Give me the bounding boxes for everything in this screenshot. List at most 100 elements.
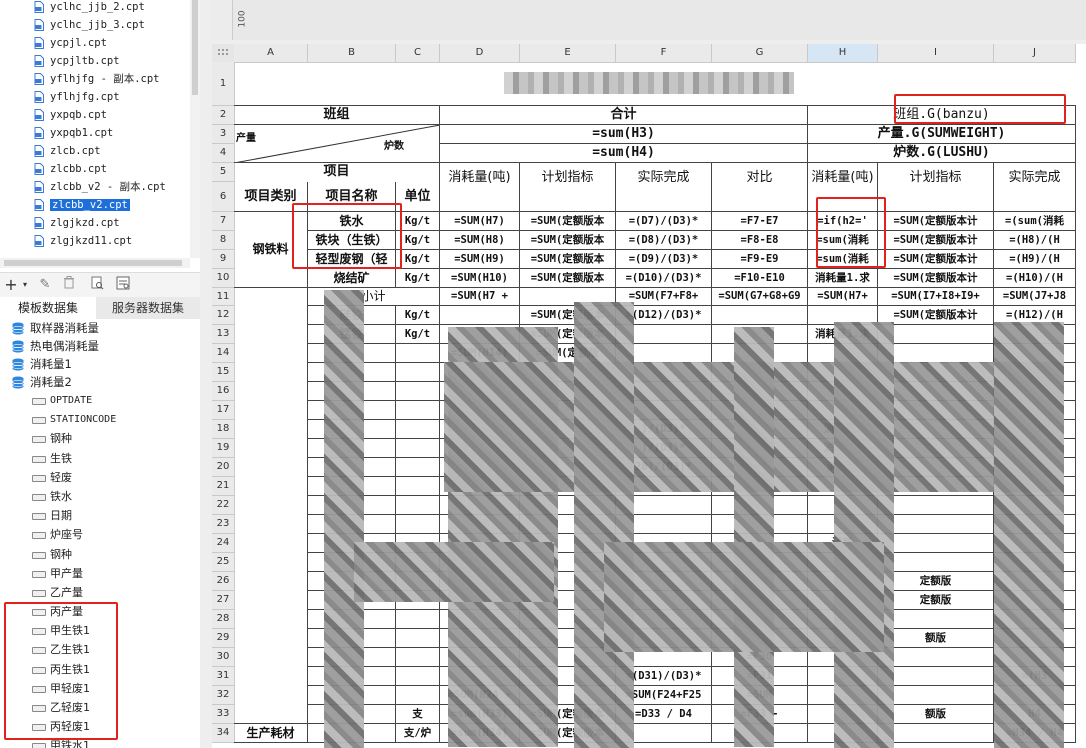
cell-j10[interactable]: =(H10)/(H	[994, 269, 1076, 288]
cell-i27[interactable]: 定额版	[878, 591, 994, 610]
cell-g5[interactable]: 对比	[712, 163, 808, 212]
cell[interactable]	[396, 667, 440, 686]
field-item[interactable]: 生铁	[0, 449, 200, 468]
dataset-parameters-icon[interactable]	[114, 276, 132, 294]
cell-b2[interactable]: 班组	[234, 106, 440, 125]
dataset-item[interactable]: 消耗量1	[0, 355, 200, 373]
file-item[interactable]: yflhjfg - 副本.cpt	[0, 70, 190, 88]
cell[interactable]	[878, 496, 994, 515]
cell-f7[interactable]: =(D7)/(D3)*	[616, 212, 712, 231]
field-item[interactable]: OPTDATE	[0, 391, 200, 410]
cell-h10[interactable]: 消耗量1.求	[808, 269, 878, 288]
cell[interactable]	[396, 610, 440, 629]
cell-f5[interactable]: 实际完成	[616, 163, 712, 212]
file-item[interactable]: zlcbb.cpt	[0, 160, 190, 178]
cell-i26[interactable]: 定额版	[878, 572, 994, 591]
column-header[interactable]: G	[712, 44, 808, 63]
cell-i12[interactable]: =SUM(定额版本计	[878, 306, 994, 325]
chevron-down-icon[interactable]: ▾	[16, 276, 34, 294]
row-header[interactable]: 17	[212, 401, 235, 420]
cell-g8[interactable]: =F8-E8	[712, 231, 808, 250]
file-item[interactable]: zlgjkzd.cpt	[0, 214, 190, 232]
cell[interactable]	[396, 496, 440, 515]
row-header[interactable]: 24	[212, 534, 235, 553]
cell[interactable]	[878, 325, 994, 344]
column-header[interactable]: A	[234, 44, 308, 63]
field-item[interactable]: 甲铁水1	[0, 736, 200, 748]
field-item[interactable]: 钢种	[0, 545, 200, 564]
cell[interactable]	[396, 515, 440, 534]
row-header[interactable]: 18	[212, 420, 235, 439]
cell-c12[interactable]: Kg/t	[396, 306, 440, 325]
column-header[interactable]: B	[308, 44, 396, 63]
file-item[interactable]: yxpqb.cpt	[0, 106, 190, 124]
row-header[interactable]: 4	[212, 144, 235, 163]
cell[interactable]: 产量 炉数	[234, 125, 440, 163]
cell-e9[interactable]: =SUM(定额版本	[520, 250, 616, 269]
cell-e4[interactable]: =sum(H4)	[440, 144, 808, 163]
field-item[interactable]: STATIONCODE	[0, 410, 200, 429]
field-item[interactable]: 丙产量	[0, 602, 200, 621]
cell-c6[interactable]: 单位	[396, 182, 440, 212]
row-header[interactable]: 2	[212, 106, 235, 125]
cell[interactable]	[878, 344, 994, 363]
cell[interactable]	[878, 610, 994, 629]
row-header[interactable]: 11	[212, 288, 235, 306]
row-header[interactable]: 31	[212, 667, 235, 686]
file-list-vertical-scrollbar[interactable]	[190, 0, 200, 258]
cell[interactable]	[878, 648, 994, 667]
spreadsheet-grid[interactable]: ABCDEFGHIJ 1 2 3 4 5 6 7 8 9 10 11 12 13 14 15 16 17 18 19…	[212, 44, 1086, 748]
field-item[interactable]: 乙轻废1	[0, 698, 200, 717]
cell[interactable]	[396, 363, 440, 382]
cell-c7[interactable]: Kg/t	[396, 212, 440, 231]
field-item[interactable]: 钢种	[0, 429, 200, 448]
row-header[interactable]: 22	[212, 496, 235, 515]
scrollbar-thumb[interactable]	[192, 0, 198, 95]
edit-pencil-icon[interactable]: ✎	[36, 276, 54, 294]
column-header[interactable]: F	[616, 44, 712, 63]
cell-j11[interactable]: =SUM(J7+J8	[994, 288, 1076, 306]
cell-b5[interactable]: 项目	[234, 163, 440, 182]
row-header[interactable]: 30	[212, 648, 235, 667]
row-header[interactable]: 27	[212, 591, 235, 610]
cell[interactable]	[396, 648, 440, 667]
cell-c13[interactable]: Kg/t	[396, 325, 440, 344]
row-header[interactable]: 15	[212, 363, 235, 382]
grid-corner[interactable]	[212, 44, 235, 63]
row-header[interactable]: 29	[212, 629, 235, 648]
cell-i2[interactable]: 班组.G(banzu)	[808, 106, 1076, 125]
cell-g10[interactable]: =F10-E10	[712, 269, 808, 288]
cell-g11[interactable]: =SUM(G7+G8+G9	[712, 288, 808, 306]
field-item[interactable]: 甲产量	[0, 564, 200, 583]
row-header[interactable]: 10	[212, 269, 235, 288]
cell-h8[interactable]: =sum(消耗	[808, 231, 878, 250]
cell-d9[interactable]: =SUM(H9)	[440, 250, 520, 269]
cell-i8[interactable]: =SUM(定额版本计	[878, 231, 994, 250]
cell-i11[interactable]: =SUM(I7+I8+I9+	[878, 288, 994, 306]
cell[interactable]	[396, 401, 440, 420]
cell[interactable]	[440, 306, 520, 325]
file-item[interactable]: yclhc_jjb_3.cpt	[0, 16, 190, 34]
file-item[interactable]: zlcbb_v2 - 副本.cpt	[0, 178, 190, 196]
column-header[interactable]: C	[396, 44, 440, 63]
row-header[interactable]: 6	[212, 182, 235, 212]
cell-e10[interactable]: =SUM(定额版本	[520, 269, 616, 288]
row-header[interactable]: 33	[212, 705, 235, 724]
field-item[interactable]: 炉座号	[0, 525, 200, 544]
cell-e2[interactable]: 合计	[440, 106, 808, 125]
cell[interactable]	[878, 553, 994, 572]
cell-i29[interactable]: 额版	[878, 629, 994, 648]
cell-b7[interactable]: 铁水	[308, 212, 396, 231]
cell-d10[interactable]: =SUM(H10)	[440, 269, 520, 288]
dataset-item[interactable]: 消耗量2	[0, 373, 200, 391]
cell-b10[interactable]: 烧结矿	[308, 269, 396, 288]
cell[interactable]	[396, 344, 440, 363]
preview-dataset-icon[interactable]	[88, 276, 106, 294]
row-header[interactable]: 28	[212, 610, 235, 629]
cell-d11[interactable]: =SUM(H7 +	[440, 288, 520, 306]
cell[interactable]	[396, 477, 440, 496]
field-item[interactable]: 丙生铁1	[0, 660, 200, 679]
cell-c8[interactable]: Kg/t	[396, 231, 440, 250]
cell[interactable]	[396, 458, 440, 477]
cell-h9[interactable]: =sum(消耗	[808, 250, 878, 269]
